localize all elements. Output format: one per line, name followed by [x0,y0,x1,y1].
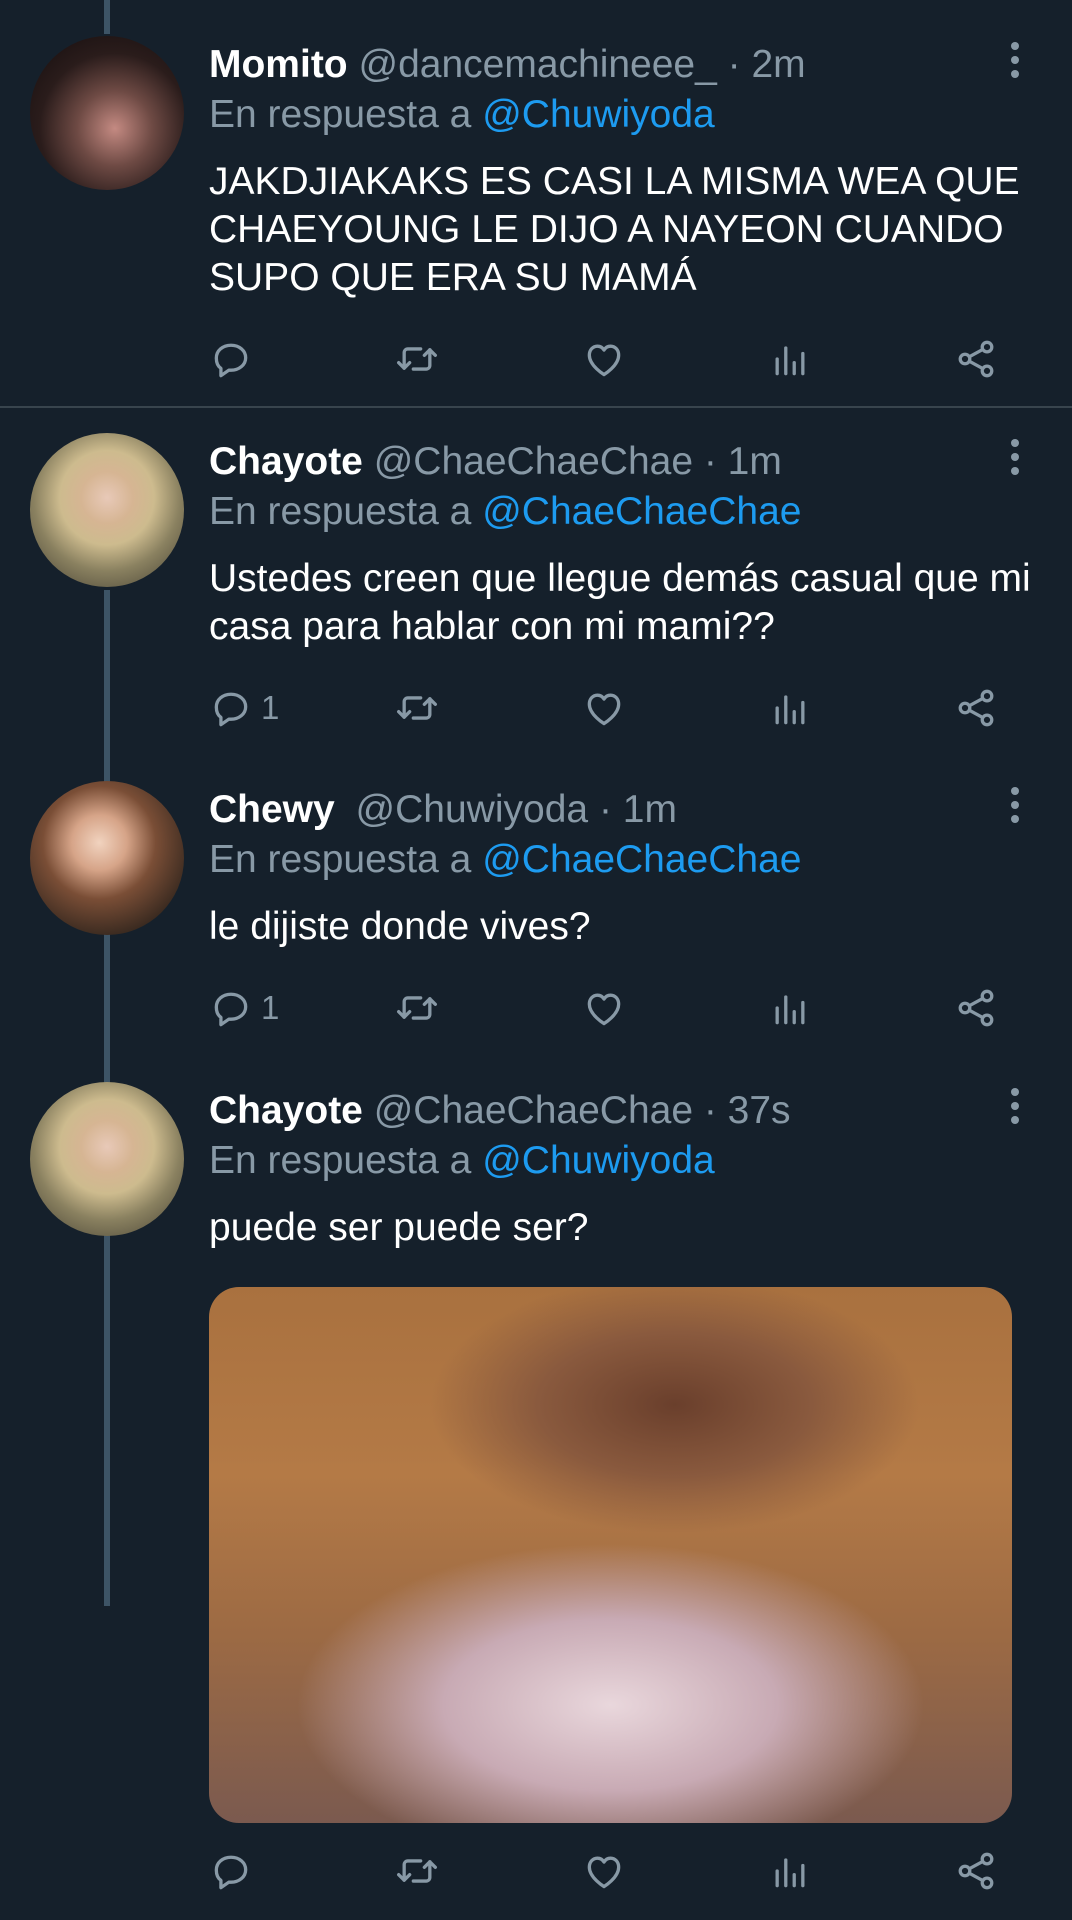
share-button[interactable] [954,1846,998,1896]
display-name[interactable]: Chewy [209,788,335,831]
more-icon[interactable] [1008,42,1020,82]
avatar[interactable] [30,36,184,190]
reply-icon [209,337,253,381]
reply-prefix: En respuesta a [209,490,472,533]
user-handle[interactable]: @dancemachineee_ [358,43,716,86]
like-button[interactable] [582,983,626,1033]
avatar[interactable] [30,781,184,935]
reply-mention[interactable]: @ChaeChaeChae [482,838,801,881]
analytics-button[interactable] [768,983,812,1033]
more-icon[interactable] [1008,787,1020,827]
like-button[interactable] [582,683,626,733]
timestamp[interactable]: · 37s [704,1089,791,1132]
retweet-icon [395,986,439,1030]
tweet[interactable]: Chewy @Chuwiyoda · 1m En respuesta a @Ch… [0,781,1072,1061]
reply-prefix: En respuesta a [209,93,472,136]
retweet-button[interactable] [395,1846,439,1896]
reply-context: En respuesta a @ChaeChaeChae [209,835,801,885]
display-name[interactable]: Momito [209,43,348,86]
timestamp[interactable]: · 2m [728,43,806,86]
action-bar: 1 [209,683,1009,733]
timestamp[interactable]: · 1m [704,440,782,483]
reply-prefix: En respuesta a [209,838,472,881]
reply-context: En respuesta a @ChaeChaeChae [209,487,801,537]
reply-icon [209,986,253,1030]
share-icon [954,686,998,730]
tweet-header: Chewy @Chuwiyoda · 1m [209,785,677,835]
thread-line [104,0,110,34]
retweet-icon [395,686,439,730]
user-handle[interactable]: @ChaeChaeChae [374,440,693,483]
reply-mention[interactable]: @ChaeChaeChae [482,490,801,533]
retweet-button[interactable] [395,683,439,733]
action-bar: 1 [209,983,1009,1033]
retweet-button[interactable] [395,334,439,384]
retweet-button[interactable] [395,983,439,1033]
user-handle[interactable]: @Chuwiyoda [356,788,589,831]
like-icon [582,337,626,381]
like-button[interactable] [582,1846,626,1896]
share-icon [954,1849,998,1893]
like-icon [582,1849,626,1893]
action-bar [209,1846,1009,1896]
tweet-text: le dijiste donde vives? [209,905,591,948]
reply-mention[interactable]: @Chuwiyoda [482,93,715,136]
reply-context: En respuesta a @Chuwiyoda [209,1136,715,1186]
divider [0,406,1072,408]
tweet[interactable]: Chayote @ChaeChaeChae · 37s En respuesta… [0,1082,1072,1902]
like-icon [582,686,626,730]
share-button[interactable] [954,683,998,733]
reply-context: En respuesta a @Chuwiyoda [209,90,715,140]
tweet-text: JAKDJIAKAKS ES CASI LA MISMA WEA QUE CHA… [209,160,1020,299]
like-button[interactable] [582,334,626,384]
display-name[interactable]: Chayote [209,1089,363,1132]
reply-button[interactable]: 1 [209,683,279,733]
retweet-icon [395,1849,439,1893]
analytics-icon [768,1849,812,1893]
display-name[interactable]: Chayote [209,440,363,483]
reply-count: 1 [261,689,280,726]
analytics-button[interactable] [768,683,812,733]
share-button[interactable] [954,334,998,384]
tweet-header: Chayote @ChaeChaeChae · 1m [209,437,782,487]
reply-icon [209,1849,253,1893]
reply-icon [209,686,253,730]
analytics-icon [768,986,812,1030]
analytics-icon [768,686,812,730]
timestamp[interactable]: · 1m [599,788,677,831]
tweet-header: Momito @dancemachineee_ · 2m [209,40,806,90]
action-bar [209,334,1009,384]
tweet-header: Chayote @ChaeChaeChae · 37s [209,1086,791,1136]
reply-mention[interactable]: @Chuwiyoda [482,1139,715,1182]
reply-prefix: En respuesta a [209,1139,472,1182]
tweet-text: puede ser puede ser? [209,1206,589,1249]
tweet-media-image[interactable] [209,1287,1012,1823]
analytics-button[interactable] [768,1846,812,1896]
retweet-icon [395,337,439,381]
user-handle[interactable]: @ChaeChaeChae [374,1089,693,1132]
reply-count: 1 [261,989,280,1026]
avatar[interactable] [30,1082,184,1236]
reply-button[interactable]: 1 [209,983,279,1033]
tweet[interactable]: Chayote @ChaeChaeChae · 1m En respuesta … [0,433,1072,753]
tweet[interactable]: Momito @dancemachineee_ · 2m En respuest… [0,36,1072,406]
analytics-button[interactable] [768,334,812,384]
reply-button[interactable] [209,1846,261,1896]
like-icon [582,986,626,1030]
analytics-icon [768,337,812,381]
share-icon [954,986,998,1030]
share-button[interactable] [954,983,998,1033]
more-icon[interactable] [1008,1088,1020,1128]
share-icon [954,337,998,381]
tweet-text: Ustedes creen que llegue demás casual qu… [209,557,1031,648]
avatar[interactable] [30,433,184,587]
reply-button[interactable] [209,334,261,384]
more-icon[interactable] [1008,439,1020,479]
